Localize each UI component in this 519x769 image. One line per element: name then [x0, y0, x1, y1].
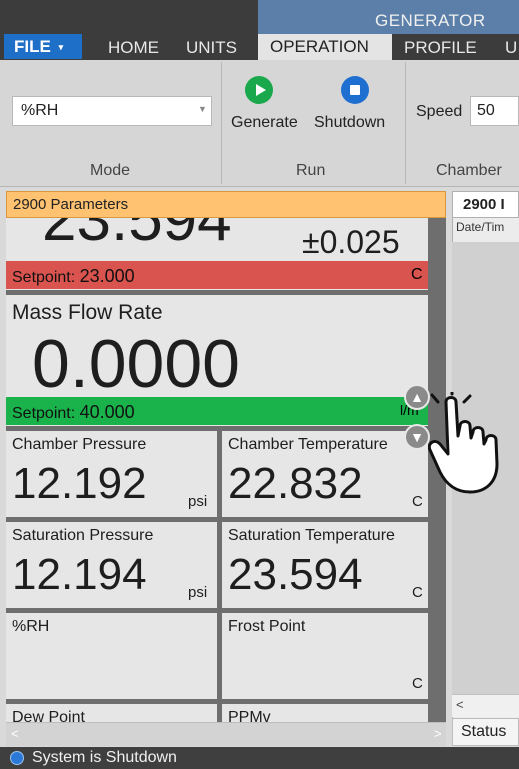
tab-home[interactable]: HOME: [108, 37, 159, 59]
chamber-pressure-unit: psi: [188, 493, 208, 510]
mass-flow-value: 0.0000: [32, 326, 240, 402]
chamber-temperature-value: 22.832: [228, 459, 363, 508]
saturation-temperature-value: 23.594: [228, 550, 363, 599]
chamber-temperature-cell: Chamber Temperature 22.832 C: [222, 431, 428, 517]
params-tab-header[interactable]: 2900 Parameters: [6, 191, 446, 218]
mode-select[interactable]: %RH: [12, 96, 212, 126]
chevron-down-icon: ▼: [198, 104, 207, 114]
tab-units[interactable]: UNITS: [186, 37, 237, 59]
setpoint-unit: C: [411, 266, 423, 283]
group-label-run: Run: [296, 162, 326, 179]
scroll-down-icon[interactable]: ▼: [404, 424, 430, 450]
group-label-chamber: Chamber: [436, 162, 502, 179]
setpoint-label: Setpoint: 40.000: [12, 402, 135, 422]
saturation-temperature-unit: C: [412, 584, 423, 601]
frost-point-unit: C: [412, 675, 423, 692]
frost-point-title: Frost Point: [228, 618, 306, 635]
saturation-temperature-cell: Saturation Temperature 23.594 C: [222, 522, 428, 608]
group-label-mode: Mode: [90, 162, 131, 179]
setpoint-bar-temp: Setpoint: 23.000 C: [6, 261, 428, 289]
rh-title: %RH: [12, 618, 50, 635]
shutdown-icon[interactable]: [341, 76, 369, 104]
tab-file-label: FILE: [14, 37, 51, 56]
scroll-left-icon[interactable]: <: [11, 726, 19, 741]
status-tab[interactable]: Status: [452, 718, 519, 746]
tab-operation[interactable]: OPERATION: [258, 34, 392, 61]
saturation-pressure-unit: psi: [188, 584, 208, 601]
scroll-up-icon[interactable]: ▲: [404, 384, 430, 410]
mass-flow-title: Mass Flow Rate: [12, 301, 163, 324]
tab-u[interactable]: U: [505, 37, 517, 59]
touch-hand-icon: [428, 392, 499, 494]
setpoint-bar-flow: Setpoint: 40.000 l/m: [6, 397, 428, 425]
status-indicator-icon: [10, 751, 24, 765]
tab-profile[interactable]: PROFILE: [404, 37, 477, 59]
right-tab-header[interactable]: 2900 I: [452, 191, 519, 218]
saturation-pressure-cell: Saturation Pressure 12.194 psi: [6, 522, 217, 608]
status-text: System is Shutdown: [32, 749, 177, 766]
chamber-pressure-cell: Chamber Pressure 12.192 psi: [6, 431, 217, 517]
speed-label: Speed: [416, 103, 463, 120]
tab-file[interactable]: FILE ▾: [4, 34, 82, 59]
setpoint-label: Setpoint: 23.000: [12, 266, 135, 286]
column-header-datetime[interactable]: Date/Tim: [452, 220, 519, 242]
rh-cell: %RH: [6, 613, 217, 699]
generate-button[interactable]: Generate: [231, 114, 298, 132]
chamber-temperature-unit: C: [412, 493, 423, 510]
params-panel: 23.594 ±0.025 Setpoint: 23.000 C Mass Fl…: [6, 218, 446, 745]
group-divider: [221, 62, 222, 184]
saturation-temperature-title: Saturation Temperature: [228, 527, 395, 544]
chamber-temperature-title: Chamber Temperature: [228, 436, 388, 453]
top-value: 23.594: [42, 218, 232, 254]
generator-context-label: GENERATOR: [375, 11, 486, 30]
saturation-pressure-title: Saturation Pressure: [12, 527, 154, 544]
params-horizontal-scrollbar[interactable]: < >: [6, 722, 446, 746]
scroll-right-icon[interactable]: >: [434, 726, 442, 741]
right-horizontal-scrollbar[interactable]: <: [452, 694, 519, 717]
generate-icon[interactable]: [245, 76, 273, 104]
scroll-left-icon[interactable]: <: [456, 697, 464, 712]
mass-flow-cell: Mass Flow Rate 0.0000 Setpoint: 40.000 l…: [6, 295, 428, 426]
chevron-down-icon: ▾: [58, 42, 64, 53]
saturation-temp-cell: 23.594 ±0.025 Setpoint: 23.000 C: [6, 218, 428, 290]
top-tolerance: ±0.025: [302, 224, 400, 260]
chamber-pressure-title: Chamber Pressure: [12, 436, 147, 453]
frost-point-cell: Frost Point C: [222, 613, 428, 699]
speed-input[interactable]: 50: [470, 96, 519, 126]
saturation-pressure-value: 12.194: [12, 550, 147, 599]
chamber-pressure-value: 12.192: [12, 459, 147, 508]
group-divider: [405, 62, 406, 184]
shutdown-button[interactable]: Shutdown: [314, 114, 385, 132]
